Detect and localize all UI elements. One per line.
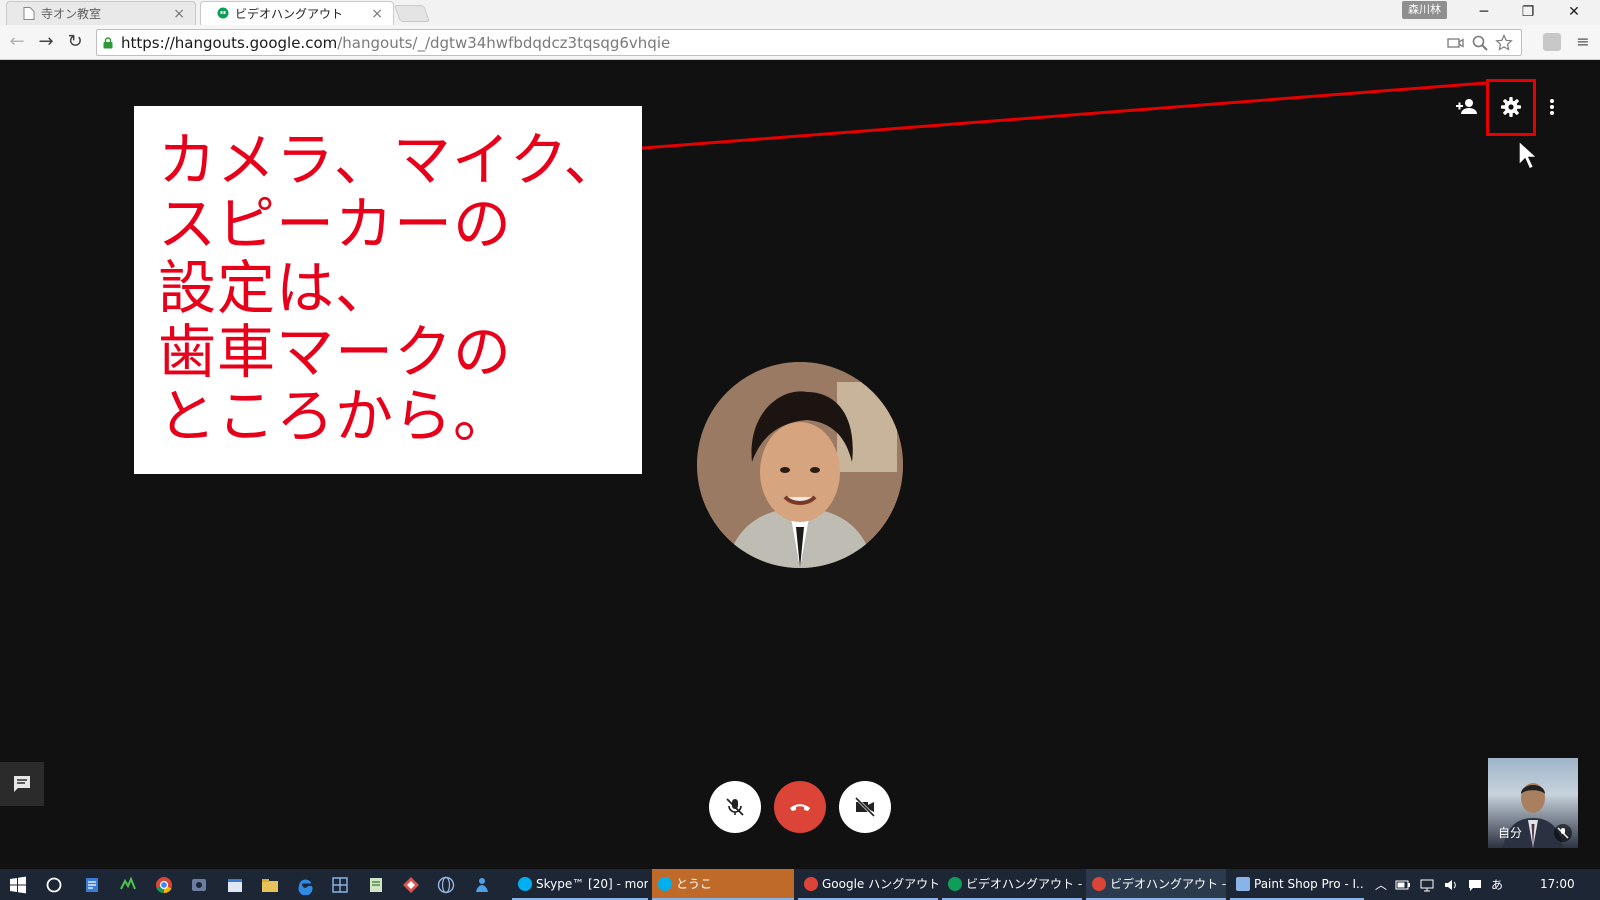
tray-chevron-up-icon[interactable]: ︿ — [1375, 876, 1387, 893]
more-options-icon[interactable] — [1538, 93, 1566, 121]
windows-taskbar: Skype™ [20] - mori... とうこ Google ハングアウト.… — [0, 869, 1600, 900]
system-tray: ︿ あ — [1375, 869, 1503, 900]
browser-toolbar: ← → ↻ https://hangouts.google.com/hangou… — [0, 25, 1600, 60]
hangouts-call-area: カメラ、マイク、 スピーカーの 設定は、 歯車マークの ところから。 自分 — [0, 61, 1600, 869]
taskbar-clock[interactable]: 17:00 — [1540, 869, 1575, 900]
network-icon[interactable] — [1419, 878, 1435, 892]
document-app-icon[interactable] — [366, 875, 386, 895]
camera-app-icon[interactable] — [189, 875, 209, 895]
browser-tab-strip: 寺オン教室 × ビデオハングアウト × 森川林 ─ ❐ ✕ — [0, 0, 1600, 25]
ime-indicator[interactable]: あ — [1491, 876, 1503, 893]
person-app-icon[interactable] — [472, 875, 492, 895]
taskbar-app-skype[interactable]: Skype™ [20] - mori... — [512, 869, 648, 900]
tab-close-icon[interactable]: × — [371, 6, 383, 22]
chrome-app-icon[interactable] — [154, 875, 174, 895]
chat-icon — [14, 776, 30, 792]
instruction-callout: カメラ、マイク、 スピーカーの 設定は、 歯車マークの ところから。 — [134, 106, 642, 474]
address-bar[interactable]: https://hangouts.google.com/hangouts/_/d… — [96, 29, 1522, 56]
chrome-icon — [1092, 877, 1106, 891]
tab-close-icon[interactable]: × — [173, 6, 185, 22]
new-tab-button[interactable] — [393, 5, 431, 22]
notepad-app-icon[interactable] — [82, 875, 102, 895]
calendar-app-icon[interactable] — [225, 875, 245, 895]
taskbar-app-label: Google ハングアウト... — [822, 877, 938, 891]
camera-blocked-icon[interactable] — [1447, 34, 1465, 52]
hang-up-button[interactable] — [774, 781, 826, 833]
taskbar-app-label: ビデオハングアウト - G... — [966, 877, 1082, 891]
skype-icon — [518, 877, 532, 891]
diamond-app-icon[interactable] — [401, 875, 421, 895]
restore-icon[interactable]: ❐ — [1506, 0, 1550, 24]
green-app-icon[interactable] — [118, 875, 138, 895]
taskbar-app-video-hangout-chrome[interactable]: ビデオハングアウト - G... — [1086, 869, 1226, 900]
url-path: /hangouts/_/dgtw34hwfbdqdcz3tqsqg6vhqie — [337, 34, 671, 52]
hangouts-icon — [217, 7, 229, 19]
explorer-app-icon[interactable] — [260, 875, 280, 895]
chat-button[interactable] — [0, 762, 44, 806]
taskbar-app-label: Paint Shop Pro - I... — [1254, 877, 1364, 891]
grid-app-icon[interactable] — [330, 875, 350, 895]
url-host: https://hangouts.google.com — [121, 34, 338, 52]
settings-highlight-box — [1486, 79, 1536, 136]
taskbar-app-paint-shop-pro[interactable]: Paint Shop Pro - I... — [1230, 869, 1364, 900]
address-bar-actions — [1447, 33, 1513, 53]
mute-microphone-button[interactable] — [709, 781, 761, 833]
taskbar-app-label: Skype™ [20] - mori... — [536, 877, 648, 891]
tab-label: ビデオハングアウト — [235, 7, 344, 21]
callout-text: カメラ、マイク、 スピーカーの 設定は、 歯車マークの ところから。 — [158, 126, 623, 450]
chrome-menu-icon[interactable]: ≡ — [1574, 33, 1592, 51]
reload-icon[interactable]: ↻ — [63, 29, 87, 55]
phone-hangup-icon — [790, 804, 810, 811]
rss-extension-icon[interactable] — [1543, 33, 1561, 51]
windows-start-icon[interactable] — [8, 875, 28, 895]
lock-icon — [103, 37, 113, 49]
self-view-label: 自分 — [1498, 826, 1523, 840]
taskbar-app-toko[interactable]: とうこ — [652, 869, 794, 900]
hangouts-icon — [948, 877, 962, 891]
action-center-icon[interactable] — [1467, 878, 1483, 892]
bookmark-star-icon[interactable] — [1495, 34, 1513, 52]
tab-label: 寺オン教室 — [41, 7, 102, 21]
url-text: https://hangouts.google.com/hangouts/_/d… — [121, 33, 670, 53]
self-mic-off-icon — [1554, 824, 1572, 842]
screen: 寺オン教室 × ビデオハングアウト × 森川林 ─ ❐ ✕ ← → ↻ http… — [0, 0, 1600, 900]
tab-terаon-classroom[interactable]: 寺オン教室 × — [6, 1, 196, 25]
window-close-icon[interactable]: ✕ — [1552, 0, 1596, 24]
back-icon[interactable]: ← — [5, 29, 29, 55]
forward-icon[interactable]: → — [34, 29, 58, 55]
video-off-icon — [854, 796, 876, 818]
taskbar-app-label: とうこ — [676, 877, 713, 891]
document-icon — [23, 7, 35, 20]
globe-app-icon[interactable] — [436, 875, 456, 895]
chrome-icon — [804, 877, 818, 891]
tab-video-hangout[interactable]: ビデオハングアウト × — [200, 1, 394, 25]
taskbar-app-google-hangouts[interactable]: Google ハングアウト... — [798, 869, 938, 900]
battery-icon[interactable] — [1395, 878, 1411, 892]
zoom-icon[interactable] — [1471, 34, 1489, 52]
profile-badge[interactable]: 森川林 — [1402, 1, 1447, 19]
add-person-icon[interactable] — [1452, 93, 1480, 121]
participant-avatar — [697, 362, 903, 568]
turn-off-camera-button[interactable] — [839, 781, 891, 833]
taskbar-app-video-hangout[interactable]: ビデオハングアウト - G... — [942, 869, 1082, 900]
volume-icon[interactable] — [1443, 878, 1459, 892]
paintshop-icon — [1236, 877, 1250, 891]
minimize-icon[interactable]: ─ — [1462, 0, 1506, 24]
mic-off-icon — [726, 798, 744, 816]
toko-icon — [658, 877, 672, 891]
edge-browser-icon[interactable] — [295, 875, 315, 895]
self-view-thumbnail[interactable]: 自分 — [1488, 758, 1578, 848]
cortana-search-icon[interactable] — [44, 875, 64, 895]
taskbar-app-label: ビデオハングアウト - G... — [1110, 877, 1226, 891]
mouse-cursor-icon — [1518, 139, 1539, 170]
